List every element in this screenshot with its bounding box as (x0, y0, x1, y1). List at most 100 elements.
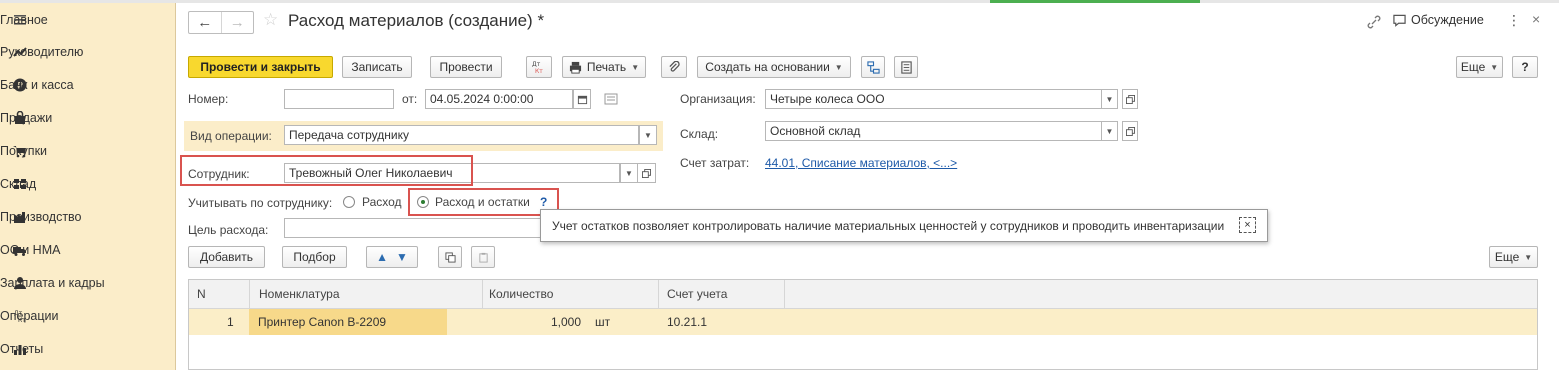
copy-row-button[interactable] (438, 246, 462, 268)
radio-highlight-box (408, 188, 559, 216)
link-icon[interactable] (1366, 15, 1382, 29)
row-account[interactable]: 10.21.1 (667, 315, 707, 329)
operation-type-dropdown-button[interactable]: ▼ (639, 125, 657, 145)
radio-expense[interactable] (343, 196, 355, 208)
cost-account-link[interactable]: 44.01, Списание материалов, <...> (765, 156, 957, 170)
favorite-star-icon[interactable]: ☆ (263, 10, 278, 30)
sidebar-item-label: ОС и НМА (0, 243, 61, 257)
table-header: N Номенклатура Количество Счет учета (189, 280, 1537, 309)
sidebar: Главное Руководителю ₽ Банк и касса Прод… (0, 3, 176, 370)
discussion-label: Обсуждение (1411, 13, 1484, 27)
report-button[interactable] (894, 56, 918, 78)
more-menu-icon[interactable]: ⋮ (1507, 12, 1521, 29)
sidebar-item-purchases[interactable]: Покупки (0, 135, 175, 167)
structure-icon (866, 60, 880, 74)
sidebar-item-manager[interactable]: Руководителю (0, 36, 175, 68)
add-row-button[interactable]: Добавить (188, 246, 265, 268)
sidebar-item-main[interactable]: Главное (0, 4, 175, 36)
print-button[interactable]: Печать ▼ (562, 56, 646, 78)
more-label: Еще (1460, 60, 1486, 74)
numerator-icon[interactable] (604, 93, 618, 108)
move-up-icon[interactable]: ▲ (376, 250, 388, 264)
warehouse-field[interactable]: Основной склад (765, 121, 1102, 141)
cost-account-label: Счет затрат: (680, 156, 750, 170)
help-button[interactable]: ? (1512, 56, 1538, 78)
document-list-icon (900, 60, 912, 74)
paperclip-icon (668, 60, 680, 72)
open-icon (1125, 126, 1135, 136)
sidebar-item-label: Главное (0, 13, 48, 27)
attach-button[interactable] (661, 56, 687, 78)
sidebar-item-reports[interactable]: Отчеты (0, 333, 175, 365)
structure-button[interactable] (861, 56, 885, 78)
move-down-icon[interactable]: ▼ (396, 250, 408, 264)
sidebar-item-warehouse[interactable]: Склад (0, 168, 175, 200)
paste-button[interactable] (471, 246, 495, 268)
column-header-item[interactable]: Номенклатура (259, 287, 340, 301)
create-based-on-button[interactable]: Создать на основании ▼ (697, 56, 851, 78)
copy-icon (444, 251, 456, 263)
paste-icon (478, 252, 488, 263)
select-button[interactable]: Подбор (282, 246, 347, 268)
radio-expense-label[interactable]: Расход (362, 195, 402, 209)
calendar-button[interactable] (573, 89, 591, 109)
back-button[interactable]: ← (189, 12, 221, 33)
operation-type-label: Вид операции: (190, 129, 272, 143)
employee-highlight-box (180, 155, 473, 186)
svg-text:Дт: Дт (532, 61, 541, 68)
dt-kt-icon: ДтКт (532, 61, 543, 74)
dt-kt-button[interactable]: Дт Кт (526, 56, 552, 78)
sidebar-item-production[interactable]: Производство (0, 201, 175, 233)
sidebar-item-assets[interactable]: ОС и НМА (0, 234, 175, 266)
table-row[interactable]: 1 Принтер Canon B-2209 1,000 шт 10.21.1 (189, 309, 1537, 335)
discussion-button[interactable]: Обсуждение (1393, 13, 1484, 27)
open-icon (642, 168, 651, 178)
sidebar-item-label: Покупки (0, 144, 48, 158)
sidebar-item-bank[interactable]: ₽ Банк и касса (0, 69, 175, 101)
column-header-account[interactable]: Счет учета (667, 287, 727, 301)
employee-open-button[interactable] (638, 163, 656, 183)
row-quantity[interactable]: 1,000 (551, 315, 581, 329)
number-field[interactable] (284, 89, 394, 109)
organization-dropdown-button[interactable]: ▼ (1102, 89, 1118, 109)
post-button[interactable]: Провести (430, 56, 502, 78)
printer-icon (569, 61, 581, 74)
purpose-label: Цель расхода: (188, 223, 269, 237)
date-from-label: от: (402, 92, 418, 106)
column-header-n[interactable]: N (197, 287, 206, 301)
tooltip-close-icon[interactable]: × (1239, 217, 1256, 233)
sidebar-item-operations[interactable]: Дт Кт Операции (0, 300, 175, 332)
column-header-quantity[interactable]: Количество (489, 287, 553, 301)
table-more-label: Еще (1494, 250, 1520, 264)
tooltip-text: Учет остатков позволяет контролировать н… (552, 219, 1225, 233)
sidebar-item-salary[interactable]: Зарплата и кадры (0, 267, 175, 299)
employee-dropdown-button[interactable]: ▼ (620, 163, 638, 183)
history-nav: ← → (188, 11, 254, 34)
page-title: Расход материалов (создание) * (288, 11, 545, 30)
chat-icon (1393, 14, 1406, 27)
row-item[interactable]: Принтер Canon B-2209 (258, 315, 386, 329)
open-icon (1125, 94, 1135, 104)
sidebar-item-sales[interactable]: Продажи (0, 102, 175, 134)
table-more-button[interactable]: Еще ▼ (1489, 246, 1538, 268)
organization-label: Организация: (680, 92, 756, 106)
more-button[interactable]: Еще ▼ (1456, 56, 1503, 78)
sidebar-item-label: Операции (0, 309, 59, 323)
create-based-label: Создать на основании (705, 60, 830, 74)
sidebar-item-label: Склад (0, 177, 37, 191)
operation-type-field[interactable]: Передача сотруднику (284, 125, 639, 145)
forward-button[interactable]: → (221, 12, 253, 33)
purpose-field[interactable] (284, 218, 542, 238)
warehouse-open-button[interactable] (1122, 121, 1138, 141)
date-field[interactable]: 04.05.2024 0:00:00 (425, 89, 573, 109)
warehouse-dropdown-button[interactable]: ▼ (1102, 121, 1118, 141)
post-and-close-button[interactable]: Провести и закрыть (188, 56, 333, 78)
close-icon[interactable]: × (1532, 11, 1540, 27)
calendar-icon (577, 95, 587, 104)
row-unit[interactable]: шт (595, 315, 610, 329)
organization-field[interactable]: Четыре колеса ООО (765, 89, 1102, 109)
save-button[interactable]: Записать (342, 56, 412, 78)
organization-open-button[interactable] (1122, 89, 1138, 109)
number-label: Номер: (188, 92, 229, 106)
document-form: ← → ☆ Расход материалов (создание) * Обс… (176, 3, 1559, 370)
